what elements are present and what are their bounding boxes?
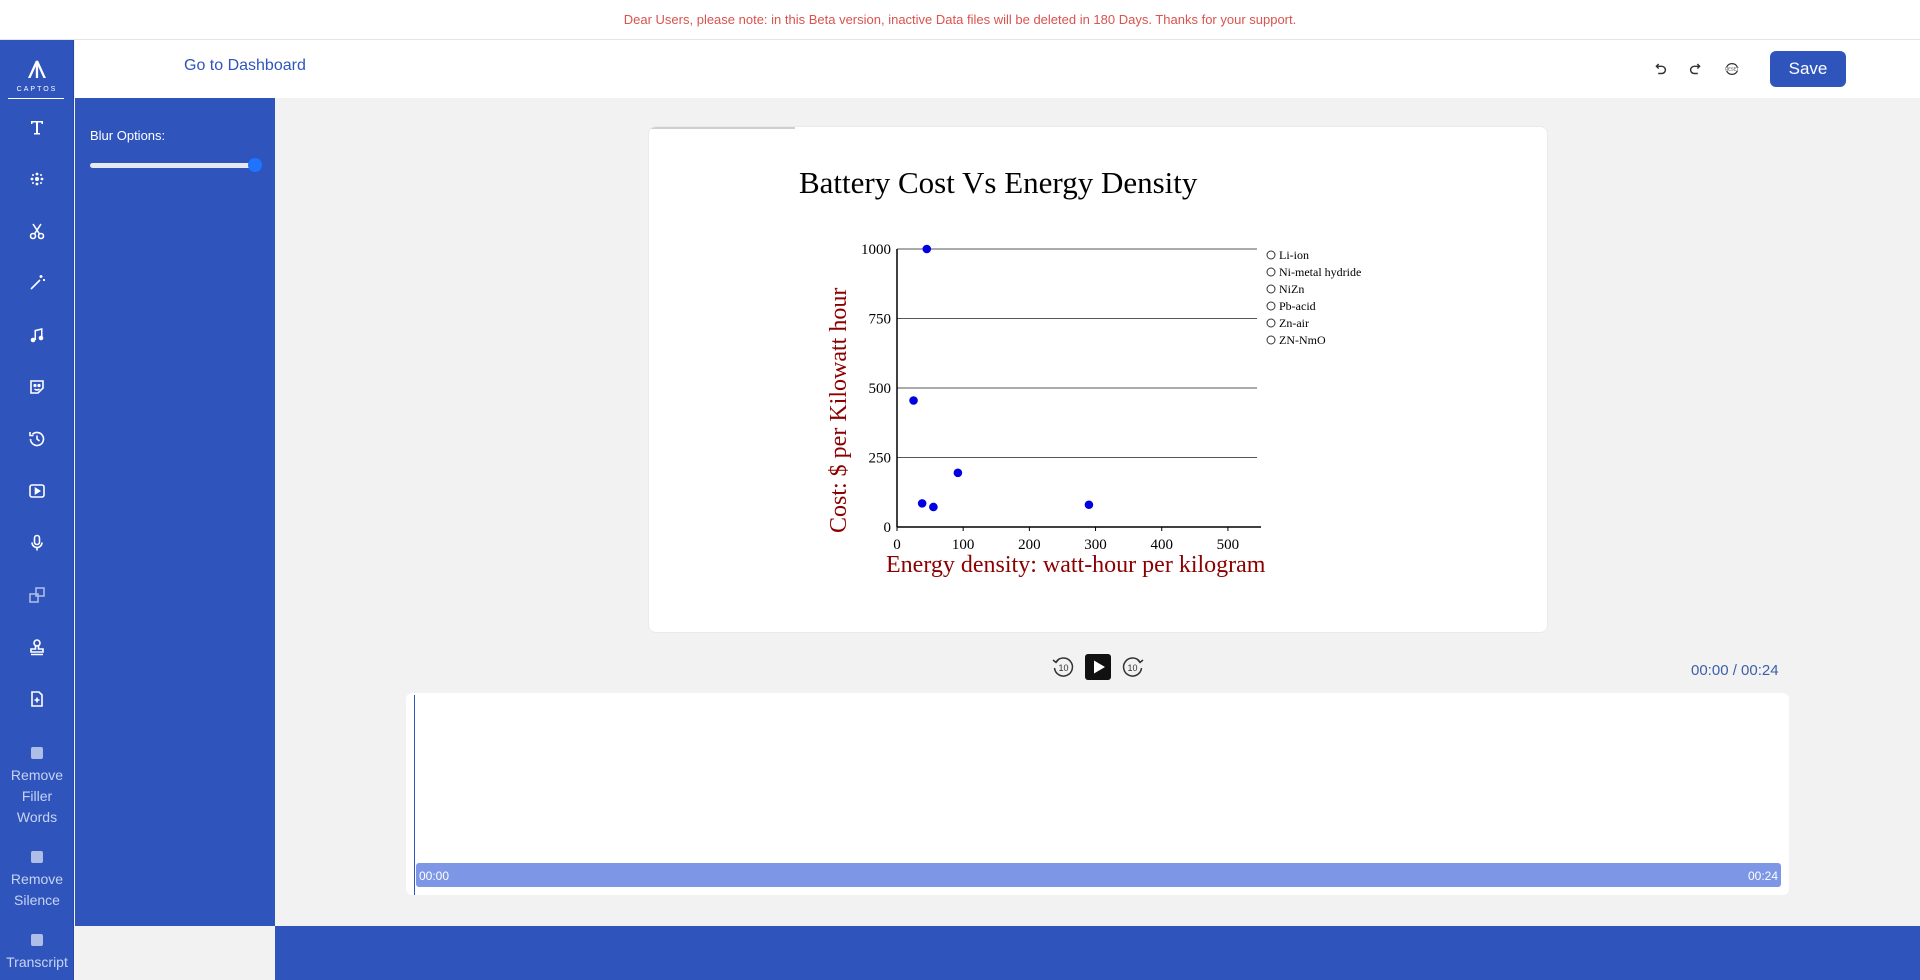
logo-mark-icon: ⩚ bbox=[27, 48, 47, 86]
beta-notice-banner: Dear Users, please note: in this Beta ve… bbox=[0, 0, 1920, 40]
data-point bbox=[917, 499, 927, 508]
logo-wordmark: CAPTOS bbox=[16, 86, 58, 93]
microphone-icon[interactable] bbox=[22, 528, 52, 558]
y-tick-label: 500 bbox=[869, 381, 892, 397]
history-icon[interactable] bbox=[22, 424, 52, 454]
y-tick-label: 250 bbox=[869, 451, 892, 467]
legend-marker bbox=[1266, 267, 1276, 277]
rail-divider bbox=[8, 98, 64, 99]
time-readout: 00:00 / 00:24 bbox=[1691, 662, 1779, 679]
x-tick-label: 200 bbox=[1018, 537, 1041, 553]
blur-slider-thumb[interactable] bbox=[248, 158, 262, 172]
x-tick-label: 0 bbox=[893, 537, 901, 553]
legend-entry: Zn-air bbox=[1279, 316, 1309, 330]
redo-icon[interactable] bbox=[1685, 58, 1707, 80]
resize-icon[interactable] bbox=[22, 580, 52, 610]
video-preview: Battery Cost Vs Energy Density 0 250 500 750… bbox=[648, 126, 1548, 633]
video-icon[interactable] bbox=[22, 476, 52, 506]
scatter-chart: Battery Cost Vs Energy Density 0 250 500 750… bbox=[799, 165, 1361, 578]
forward-10-icon[interactable]: 10 bbox=[1120, 654, 1146, 680]
svg-text:10: 10 bbox=[1127, 663, 1137, 673]
legend-entry: Pb-acid bbox=[1279, 299, 1316, 313]
scissors-icon[interactable] bbox=[22, 216, 52, 246]
checkbox-icon[interactable] bbox=[31, 934, 43, 946]
data-point bbox=[909, 396, 918, 405]
save-button[interactable]: Save bbox=[1770, 51, 1846, 87]
beta-notice-text: Dear Users, please note: in this Beta ve… bbox=[623, 12, 1297, 27]
checkbox-icon[interactable] bbox=[31, 851, 43, 863]
legend-entry: NiZn bbox=[1279, 282, 1304, 296]
timeline[interactable]: 00:00 00:24 bbox=[406, 693, 1789, 895]
legend-marker bbox=[1266, 335, 1276, 345]
data-point bbox=[1084, 500, 1094, 510]
legend-marker bbox=[1266, 318, 1276, 328]
play-button[interactable] bbox=[1085, 654, 1111, 680]
reset-label: RESET bbox=[1725, 67, 1739, 72]
transcript-toggle[interactable]: Transcript bbox=[0, 934, 74, 973]
legend-entry: Ni-metal hydride bbox=[1279, 265, 1361, 279]
timeline-start-label: 00:00 bbox=[419, 869, 450, 883]
video-track-bar[interactable]: 00:00 00:24 bbox=[416, 863, 1781, 887]
transcript-label: Transcript bbox=[6, 954, 68, 970]
app-logo[interactable]: ⩚ CAPTOS bbox=[8, 48, 66, 102]
checkbox-icon[interactable] bbox=[31, 747, 43, 759]
rewind-10-icon[interactable]: 10 bbox=[1050, 654, 1076, 680]
legend-marker bbox=[1266, 301, 1276, 311]
x-tick-label: 300 bbox=[1084, 537, 1107, 553]
y-tick-label: 0 bbox=[884, 520, 892, 536]
go-to-dashboard-link[interactable]: Go to Dashboard bbox=[184, 57, 306, 75]
y-axis-label: Cost: $ per Kilowatt hour bbox=[826, 288, 852, 533]
legend-marker bbox=[1266, 284, 1276, 294]
blur-options-label: Blur Options: bbox=[90, 128, 166, 143]
data-point bbox=[922, 244, 932, 254]
playhead[interactable] bbox=[414, 695, 415, 895]
sticker-icon[interactable] bbox=[22, 372, 52, 402]
blur-options-panel: Blur Options: bbox=[75, 98, 275, 926]
data-point bbox=[953, 468, 963, 478]
remove-filler-words-label: Remove Filler Words bbox=[10, 767, 64, 825]
x-tick-label: 100 bbox=[952, 537, 975, 553]
x-axis-label: Energy density: watt-hour per kilogram bbox=[886, 552, 1266, 578]
legend-marker bbox=[1266, 250, 1276, 260]
export-icon[interactable] bbox=[22, 684, 52, 714]
data-point bbox=[929, 502, 938, 512]
tool-rail: ⩚ CAPTOS Remove Filler Words Remove Sile… bbox=[0, 40, 74, 980]
text-icon[interactable] bbox=[22, 112, 52, 142]
chart-title: Battery Cost Vs Energy Density bbox=[799, 165, 1198, 200]
magic-wand-icon[interactable] bbox=[22, 268, 52, 298]
reset-icon[interactable]: RESET bbox=[1721, 58, 1743, 80]
playback-controls: 10 10 bbox=[1050, 654, 1146, 680]
x-tick-label: 500 bbox=[1217, 537, 1240, 553]
blur-icon[interactable] bbox=[22, 164, 52, 194]
y-tick-label: 1000 bbox=[861, 242, 891, 258]
music-icon[interactable] bbox=[22, 320, 52, 350]
y-tick-label: 750 bbox=[869, 312, 892, 328]
legend-entry: ZN-NmO bbox=[1279, 333, 1326, 347]
x-tick-label: 400 bbox=[1150, 537, 1173, 553]
legend-entry: Li-ion bbox=[1279, 248, 1309, 262]
remove-filler-words-toggle[interactable]: Remove Filler Words bbox=[0, 747, 74, 828]
remove-silence-label: Remove Silence bbox=[10, 871, 64, 908]
remove-silence-toggle[interactable]: Remove Silence bbox=[0, 851, 74, 911]
undo-icon[interactable] bbox=[1649, 58, 1671, 80]
blur-slider-track[interactable] bbox=[90, 163, 254, 168]
timeline-end-label: 00:24 bbox=[1747, 869, 1778, 883]
svg-text:10: 10 bbox=[1058, 663, 1068, 673]
blur-slider[interactable] bbox=[90, 158, 262, 172]
editor-header: Go to Dashboard RESET Save bbox=[75, 40, 1920, 98]
bottom-strip bbox=[275, 926, 1920, 980]
stamp-icon[interactable] bbox=[22, 632, 52, 662]
